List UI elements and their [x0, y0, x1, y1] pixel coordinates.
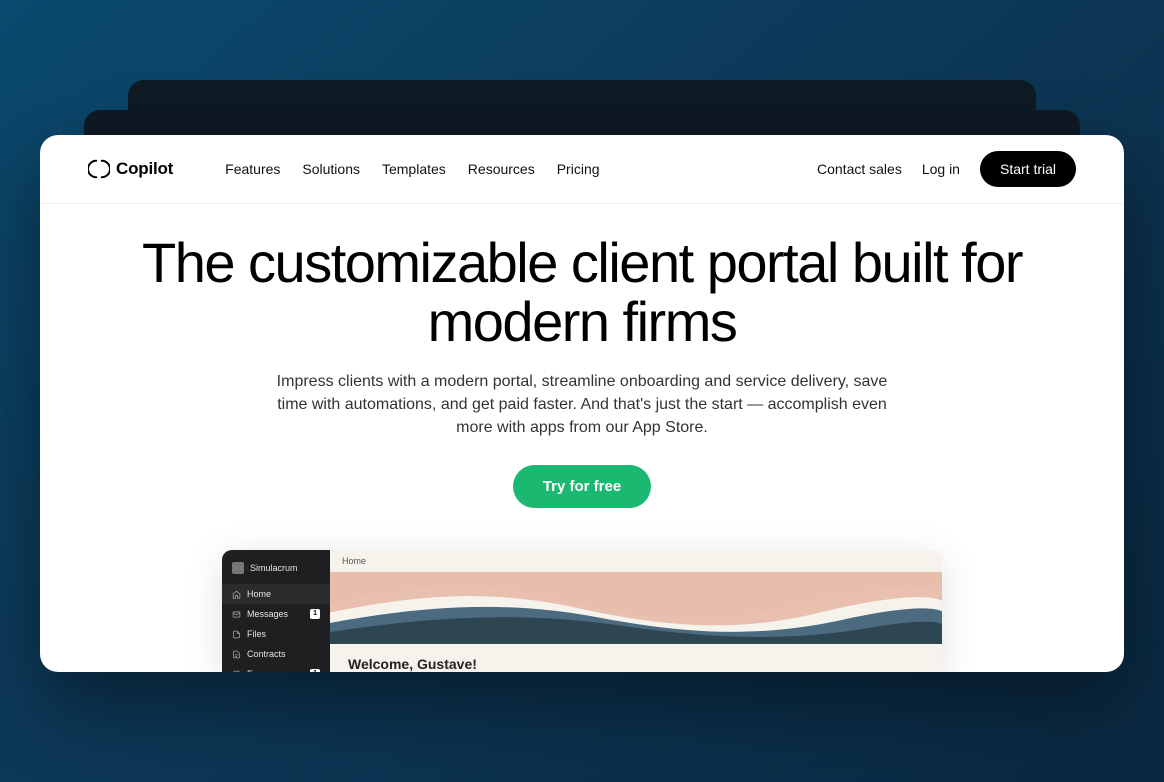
workspace-icon	[232, 562, 244, 574]
brand-name: Copilot	[116, 159, 173, 179]
sidebar-item-files[interactable]: Files	[222, 624, 330, 644]
sidebar-item-home[interactable]: Home	[222, 584, 330, 604]
contact-sales-link[interactable]: Contact sales	[817, 161, 902, 177]
product-preview: Simulacrum Home Messages 1 Files Contracts Fo…	[222, 550, 942, 672]
hero-section: The customizable client portal built for…	[40, 204, 1124, 532]
messages-icon	[232, 610, 241, 619]
nav-link-features[interactable]: Features	[225, 161, 280, 177]
nav-link-pricing[interactable]: Pricing	[557, 161, 600, 177]
top-nav: Copilot Features Solutions Templates Res…	[40, 135, 1124, 204]
sidebar-item-messages[interactable]: Messages 1	[222, 604, 330, 624]
try-free-button[interactable]: Try for free	[513, 465, 651, 508]
home-icon	[232, 590, 241, 599]
preview-sidebar: Simulacrum Home Messages 1 Files Contracts Fo…	[222, 550, 330, 672]
brand-logo[interactable]: Copilot	[88, 158, 173, 180]
sidebar-item-label: Contracts	[247, 649, 286, 659]
sidebar-item-label: Home	[247, 589, 271, 599]
preview-welcome-text: Welcome, Gustave!	[330, 644, 942, 672]
hero-title: The customizable client portal built for…	[120, 234, 1044, 352]
preview-breadcrumb: Home	[330, 550, 942, 572]
files-icon	[232, 630, 241, 639]
login-link[interactable]: Log in	[922, 161, 960, 177]
hero-subtitle: Impress clients with a modern portal, st…	[262, 370, 902, 440]
workspace-name: Simulacrum	[250, 563, 298, 573]
sidebar-item-contracts[interactable]: Contracts	[222, 644, 330, 664]
logo-mark-icon	[88, 158, 110, 180]
nav-link-templates[interactable]: Templates	[382, 161, 446, 177]
sidebar-item-label: Messages	[247, 609, 288, 619]
nav-link-solutions[interactable]: Solutions	[302, 161, 360, 177]
forms-icon	[232, 670, 241, 672]
nav-link-resources[interactable]: Resources	[468, 161, 535, 177]
preview-workspace[interactable]: Simulacrum	[222, 558, 330, 584]
nav-links: Features Solutions Templates Resources P…	[225, 161, 599, 177]
sidebar-item-label: Files	[247, 629, 266, 639]
sidebar-item-forms[interactable]: Forms 1	[222, 664, 330, 672]
preview-hero-wave	[330, 572, 942, 644]
sidebar-item-label: Forms	[247, 669, 273, 672]
contracts-icon	[232, 650, 241, 659]
main-card: Copilot Features Solutions Templates Res…	[40, 135, 1124, 672]
start-trial-button[interactable]: Start trial	[980, 151, 1076, 187]
sidebar-badge: 1	[310, 669, 320, 672]
nav-right: Contact sales Log in Start trial	[817, 151, 1076, 187]
sidebar-badge: 1	[310, 609, 320, 619]
preview-main: Home Welcome, Gustave!	[330, 550, 942, 672]
